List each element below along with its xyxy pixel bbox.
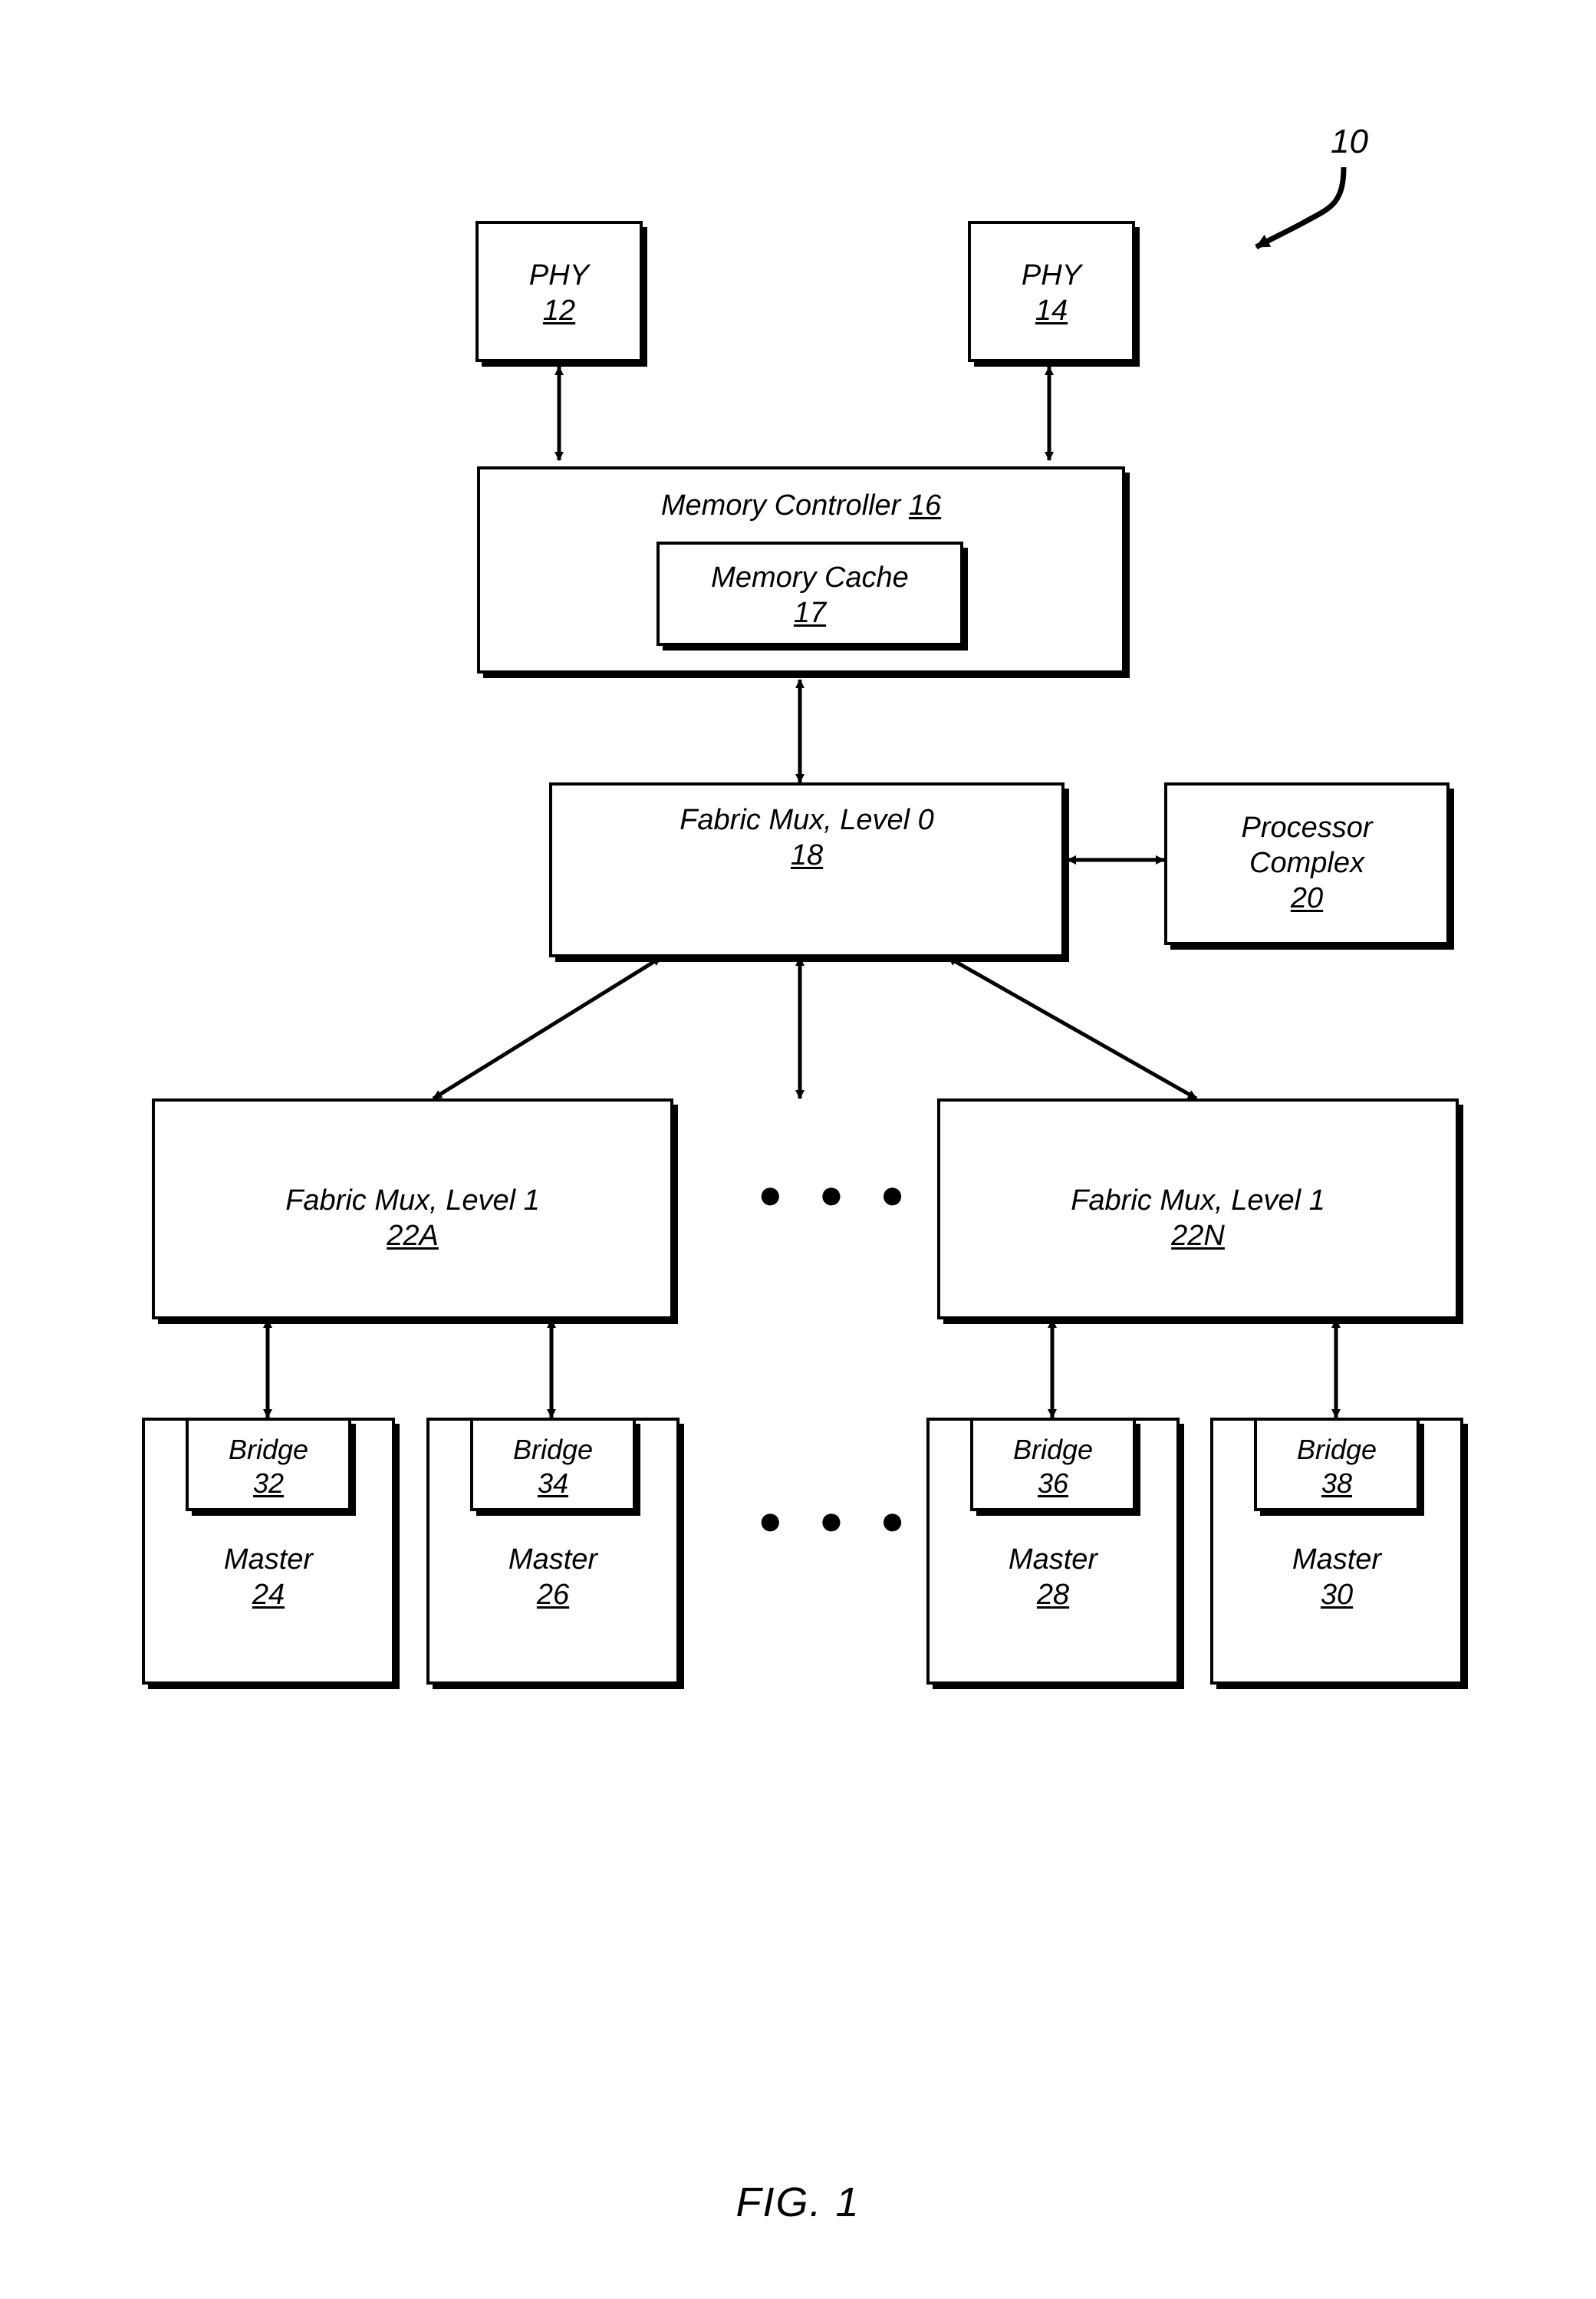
block-master-24-title: Master: [223, 1543, 314, 1576]
ellipsis-fabric-mux-row: ● ● ●: [758, 1171, 917, 1217]
arrow-fabricmux0-fabricmux22n: [946, 955, 1198, 1101]
block-bridge-36-number: 36: [1037, 1467, 1069, 1499]
block-bridge-38: Bridge 38: [1254, 1418, 1420, 1511]
block-fabric-mux-level0-number: 18: [790, 839, 824, 871]
block-processor-complex: Processor Complex 20: [1164, 782, 1450, 945]
block-memory-controller-name: Memory Controller: [660, 489, 901, 522]
block-memory-cache: Memory Cache 17: [656, 542, 963, 646]
block-master-30-number: 30: [1320, 1579, 1354, 1611]
block-phy-14: PHY 14: [968, 221, 1135, 362]
system-reference-label: 10: [1331, 123, 1368, 160]
figure-caption: FIG. 1: [735, 2179, 861, 2225]
block-master-26: Bridge 34 Master 26: [426, 1418, 680, 1685]
block-processor-complex-title: Processor Complex: [1241, 812, 1373, 880]
block-master-28: Bridge 36 Master 28: [926, 1418, 1180, 1685]
block-fabric-mux-level1-n-number: 22N: [1171, 1220, 1225, 1252]
block-fabric-mux-level1-n: Fabric Mux, Level 1 22N: [937, 1098, 1459, 1319]
block-memory-cache-title: Memory Cache: [711, 562, 909, 594]
block-bridge-32-number: 32: [252, 1467, 285, 1499]
block-phy-12-title: PHY: [528, 259, 590, 291]
block-fabric-mux-level1-a-number: 22A: [387, 1220, 439, 1252]
block-memory-controller-number: 16: [908, 489, 942, 522]
block-master-28-title: Master: [1008, 1543, 1098, 1576]
block-memory-cache-number: 17: [793, 597, 827, 629]
patent-figure-page: 10 PHY 12 PHY 14 Memory Controller 16 Me…: [0, 0, 1596, 2299]
block-bridge-32: Bridge 32: [186, 1418, 351, 1511]
block-bridge-38-number: 38: [1321, 1467, 1353, 1499]
ellipsis-master-row: ● ● ●: [758, 1497, 917, 1543]
block-master-24: Bridge 32 Master 24: [142, 1418, 395, 1685]
block-fabric-mux-level1-a-title: Fabric Mux, Level 1: [285, 1184, 540, 1217]
block-master-28-number: 28: [1036, 1579, 1070, 1611]
block-memory-controller: Memory Controller 16 Memory Cache 17: [477, 466, 1125, 674]
block-memory-controller-title: Memory Controller 16: [480, 488, 1122, 523]
block-fabric-mux-level0: Fabric Mux, Level 0 18: [549, 782, 1065, 957]
block-fabric-mux-level0-title: Fabric Mux, Level 0: [680, 804, 934, 836]
block-bridge-32-title: Bridge: [228, 1434, 309, 1465]
block-master-24-number: 24: [252, 1579, 285, 1611]
block-bridge-34: Bridge 34: [470, 1418, 636, 1511]
block-master-30-title: Master: [1292, 1543, 1382, 1576]
block-processor-complex-number: 20: [1290, 882, 1324, 914]
block-phy-12-number: 12: [542, 295, 576, 327]
reference-10-leader: [1255, 166, 1347, 250]
block-phy-14-title: PHY: [1021, 259, 1082, 291]
block-bridge-38-title: Bridge: [1296, 1434, 1377, 1465]
block-master-30: Bridge 38 Master 30: [1210, 1418, 1463, 1685]
block-bridge-34-number: 34: [537, 1467, 569, 1499]
block-bridge-36-title: Bridge: [1012, 1434, 1094, 1465]
block-phy-12: PHY 12: [476, 221, 643, 362]
block-fabric-mux-level1-a: Fabric Mux, Level 1 22A: [152, 1098, 673, 1319]
block-fabric-mux-level1-n-title: Fabric Mux, Level 1: [1071, 1184, 1325, 1217]
block-phy-14-number: 14: [1035, 295, 1068, 327]
block-bridge-34-title: Bridge: [512, 1434, 594, 1465]
block-master-26-number: 26: [536, 1579, 570, 1611]
block-master-26-title: Master: [508, 1543, 598, 1576]
block-bridge-36: Bridge 36: [970, 1418, 1136, 1511]
arrow-fabricmux0-fabricmux22a: [432, 955, 663, 1101]
